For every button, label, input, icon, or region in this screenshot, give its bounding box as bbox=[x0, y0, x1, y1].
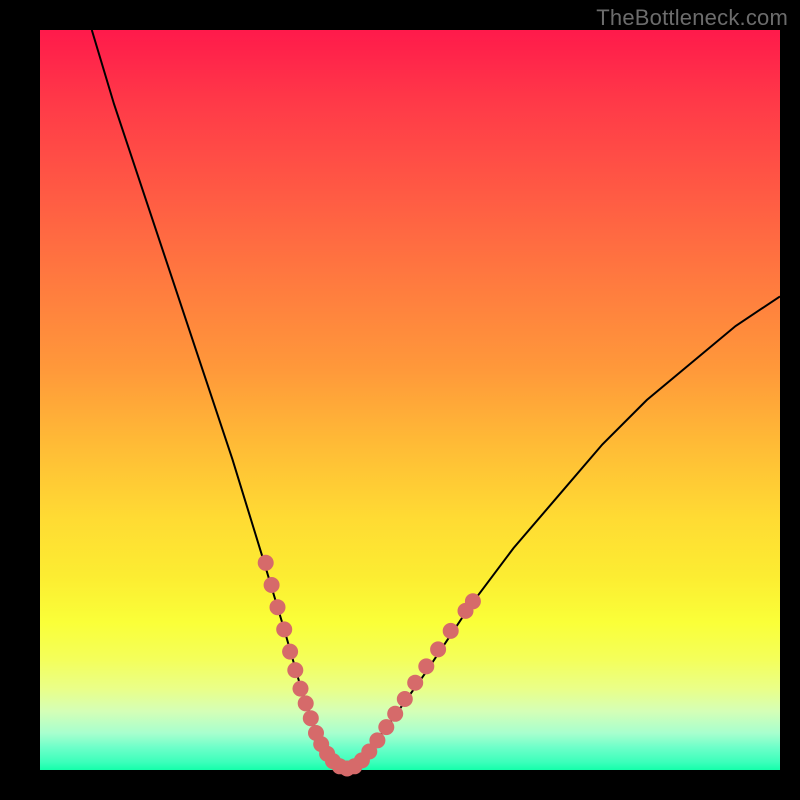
marker-point bbox=[397, 691, 413, 707]
marker-point bbox=[293, 681, 309, 697]
marker-point bbox=[264, 577, 280, 593]
chart-plot-area bbox=[40, 30, 780, 770]
marker-point bbox=[430, 641, 446, 657]
marker-point bbox=[258, 555, 274, 571]
marker-point bbox=[369, 732, 385, 748]
marker-point bbox=[465, 593, 481, 609]
marker-point bbox=[387, 706, 403, 722]
chart-svg bbox=[40, 30, 780, 770]
marker-point bbox=[276, 621, 292, 637]
marker-point bbox=[270, 599, 286, 615]
marker-point bbox=[378, 719, 394, 735]
marker-point bbox=[443, 623, 459, 639]
marker-point bbox=[407, 675, 423, 691]
bottleneck-curve-line bbox=[92, 30, 780, 770]
watermark-text: TheBottleneck.com bbox=[596, 5, 788, 31]
marker-point bbox=[303, 710, 319, 726]
marker-point bbox=[298, 695, 314, 711]
marker-point bbox=[287, 662, 303, 678]
marker-group bbox=[258, 555, 481, 777]
marker-point bbox=[418, 658, 434, 674]
marker-point bbox=[282, 644, 298, 660]
